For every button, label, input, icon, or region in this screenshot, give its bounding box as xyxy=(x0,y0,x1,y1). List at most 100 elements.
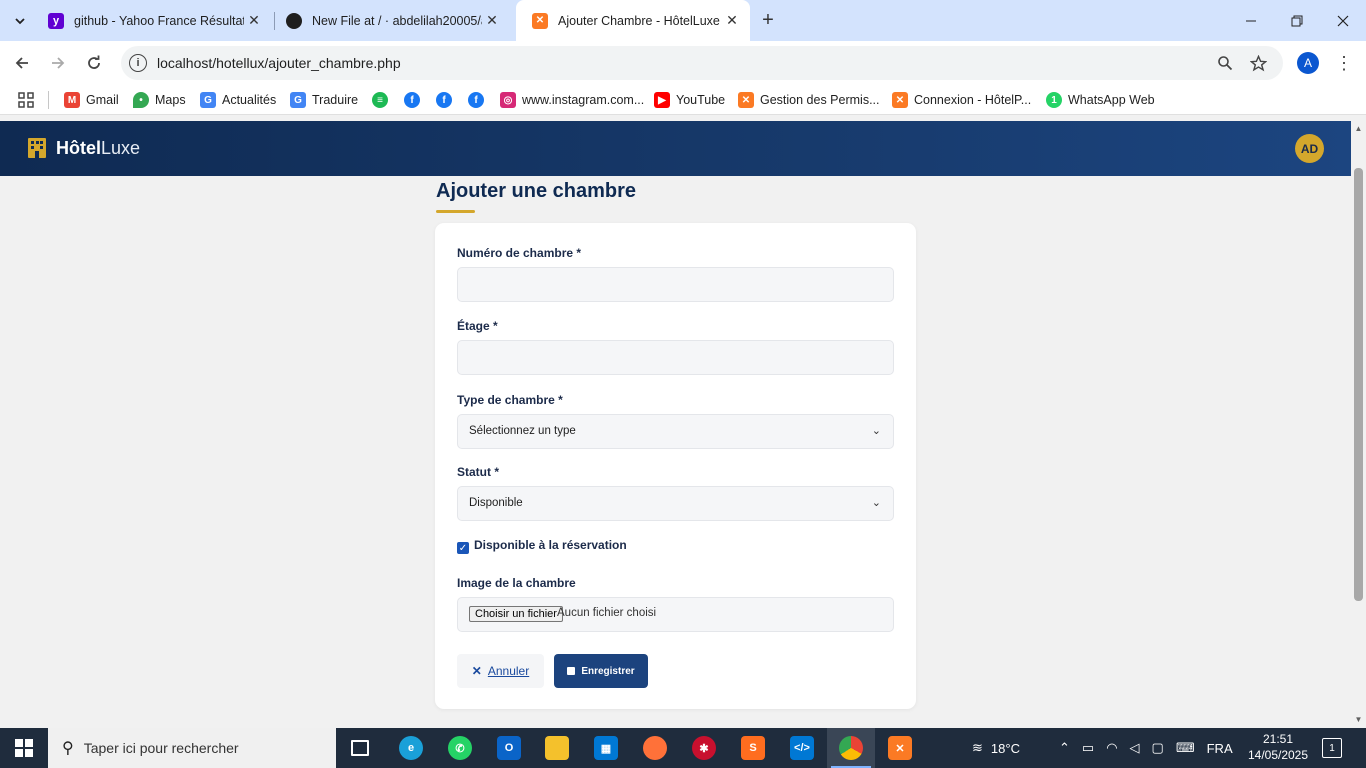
youtube-icon: ▶ xyxy=(654,92,670,108)
tab-ajouter-chambre[interactable]: ✕ Ajouter Chambre - HôtelLuxe ✕ xyxy=(516,0,750,41)
notification-center-button[interactable]: 1 xyxy=(1322,738,1342,758)
taskbar-chrome[interactable] xyxy=(827,728,875,768)
keyboard-icon[interactable]: ⌨ xyxy=(1176,740,1195,756)
site-info-icon[interactable]: i xyxy=(129,54,147,72)
bookmark-gestion-permis[interactable]: ✕ Gestion des Permis... xyxy=(738,91,880,109)
available-checkbox[interactable]: ✓ xyxy=(457,542,469,554)
close-icon[interactable]: ✕ xyxy=(246,12,262,28)
taskbar-edge[interactable]: e xyxy=(387,728,435,768)
choose-file-button[interactable]: Choisir un fichier xyxy=(469,606,563,622)
bookmark-whatsapp[interactable]: 1 WhatsApp Web xyxy=(1046,91,1155,109)
room-type-select[interactable]: Sélectionnez un type ⌄ xyxy=(457,414,894,449)
chrome-icon xyxy=(839,736,863,760)
bookmark-gmail[interactable]: M Gmail xyxy=(64,91,119,109)
taskbar-xampp[interactable]: ✕ xyxy=(876,728,924,768)
tab-github[interactable]: New File at / · abdelilah20005/a ✕ xyxy=(270,0,510,41)
bookmark-label: www.instagram.com... xyxy=(522,93,645,107)
address-bar[interactable]: i localhost/hotellux/ajouter_chambre.php xyxy=(121,46,1283,80)
back-button[interactable] xyxy=(9,50,35,76)
taskbar-outlook[interactable]: O xyxy=(485,728,533,768)
volume-icon[interactable]: ◁ xyxy=(1130,740,1140,756)
input-language[interactable]: FRA xyxy=(1207,741,1233,756)
bookmark-facebook[interactable]: f xyxy=(404,91,426,109)
network-icon[interactable]: ◠ xyxy=(1106,740,1117,756)
close-icon[interactable]: ✕ xyxy=(484,12,500,28)
taskbar-app-red[interactable]: ✱ xyxy=(680,728,728,768)
restore-button[interactable] xyxy=(1274,0,1320,41)
status-selected-value: Disponible xyxy=(469,497,523,509)
page-title: Ajouter une chambre xyxy=(436,180,637,202)
taskbar-sublime[interactable]: S xyxy=(729,728,777,768)
brand-logo[interactable]: Hôtel Luxe xyxy=(26,137,140,159)
bookmark-spotify[interactable]: ≡ xyxy=(372,91,394,109)
bookmark-star-icon[interactable] xyxy=(1248,53,1268,73)
tab-title: github - Yahoo France Résultats xyxy=(74,13,244,28)
room-type-label: Type de chambre * xyxy=(457,393,563,407)
available-checkbox-label[interactable]: Disponible à la réservation xyxy=(474,538,627,552)
tab-title: Ajouter Chambre - HôtelLuxe xyxy=(558,13,720,28)
meet-now-icon[interactable]: ▢ xyxy=(1152,740,1164,756)
browser-toolbar: i localhost/hotellux/ajouter_chambre.php… xyxy=(0,41,1366,85)
system-clock[interactable]: 21:51 14/05/2025 xyxy=(1243,731,1313,763)
zoom-icon[interactable] xyxy=(1215,53,1235,73)
more-menu-icon[interactable]: ⋮ xyxy=(1334,52,1354,74)
room-number-field[interactable] xyxy=(457,267,894,302)
floor-field[interactable] xyxy=(457,340,894,375)
weather-widget[interactable]: ≋ 18°C xyxy=(972,728,1020,768)
taskbar-whatsapp[interactable]: ✆ xyxy=(436,728,484,768)
apps-grid-icon[interactable] xyxy=(18,92,34,108)
save-button[interactable]: Enregistrer xyxy=(554,654,648,688)
brand-name-light: Luxe xyxy=(101,137,141,158)
windows-taskbar: ⚲ Taper ici pour rechercher e ✆ O ▦ ✱ S … xyxy=(0,728,1366,768)
start-button[interactable] xyxy=(0,728,48,768)
vscode-icon: </> xyxy=(790,736,814,760)
reload-icon xyxy=(88,55,100,69)
minimize-button[interactable] xyxy=(1228,0,1274,41)
forward-button[interactable] xyxy=(45,50,71,76)
scrollbar-thumb[interactable] xyxy=(1354,168,1363,601)
close-window-button[interactable] xyxy=(1320,0,1366,41)
reload-button[interactable] xyxy=(81,50,107,76)
floor-input[interactable] xyxy=(458,341,893,374)
profile-avatar[interactable]: A xyxy=(1297,52,1319,74)
taskbar-firefox[interactable] xyxy=(631,728,679,768)
image-label: Image de la chambre xyxy=(457,576,576,590)
taskbar-vscode[interactable]: </> xyxy=(778,728,826,768)
taskbar-store[interactable]: ▦ xyxy=(582,728,630,768)
xampp-icon: ✕ xyxy=(532,12,548,29)
cancel-button[interactable]: ✕ Annuler xyxy=(457,654,544,688)
status-select[interactable]: Disponible ⌄ xyxy=(457,486,894,521)
bookmark-facebook[interactable]: f xyxy=(436,91,458,109)
scroll-up-icon[interactable]: ▲ xyxy=(1354,124,1363,133)
task-view-button[interactable] xyxy=(336,728,384,768)
bookmark-maps[interactable]: • Maps xyxy=(133,91,186,109)
firefox-icon xyxy=(643,736,667,760)
translate-icon: G xyxy=(290,92,306,108)
save-button-label: Enregistrer xyxy=(581,665,635,677)
user-avatar[interactable]: AD xyxy=(1295,134,1324,163)
search-icon: ⚲ xyxy=(62,740,74,757)
taskbar-search[interactable]: ⚲ Taper ici pour rechercher xyxy=(48,728,336,768)
arrow-left-icon xyxy=(15,57,28,69)
room-number-input[interactable] xyxy=(458,268,893,301)
page-scrollbar[interactable]: ▲ ▼ xyxy=(1351,121,1366,727)
bookmark-youtube[interactable]: ▶ YouTube xyxy=(654,91,725,109)
new-tab-button[interactable]: + xyxy=(756,8,780,32)
xampp-icon: ✕ xyxy=(738,92,754,108)
chevron-up-icon[interactable]: ⌃ xyxy=(1059,740,1070,756)
image-file-field: Choisir un fichier Aucun fichier choisi xyxy=(457,597,894,632)
bookmark-connexion-hotel[interactable]: ✕ Connexion - HôtelP... xyxy=(892,91,1031,109)
gmail-icon: M xyxy=(64,92,80,108)
close-icon[interactable]: ✕ xyxy=(724,12,740,28)
tab-search-button[interactable] xyxy=(6,7,34,35)
bookmark-traduire[interactable]: G Traduire xyxy=(290,91,358,109)
bookmark-instagram[interactable]: ◎ www.instagram.com... xyxy=(500,91,644,109)
taskbar-file-explorer[interactable] xyxy=(533,728,581,768)
bookmark-actualites[interactable]: G Actualités xyxy=(200,91,276,109)
bookmark-label: Traduire xyxy=(312,93,359,107)
bookmark-facebook[interactable]: f xyxy=(468,91,490,109)
battery-icon[interactable]: ▭ xyxy=(1082,740,1094,756)
tab-yahoo[interactable]: y github - Yahoo France Résultats ✕ xyxy=(32,0,272,41)
hotel-building-icon xyxy=(28,138,46,158)
scroll-down-icon[interactable]: ▼ xyxy=(1354,715,1363,724)
